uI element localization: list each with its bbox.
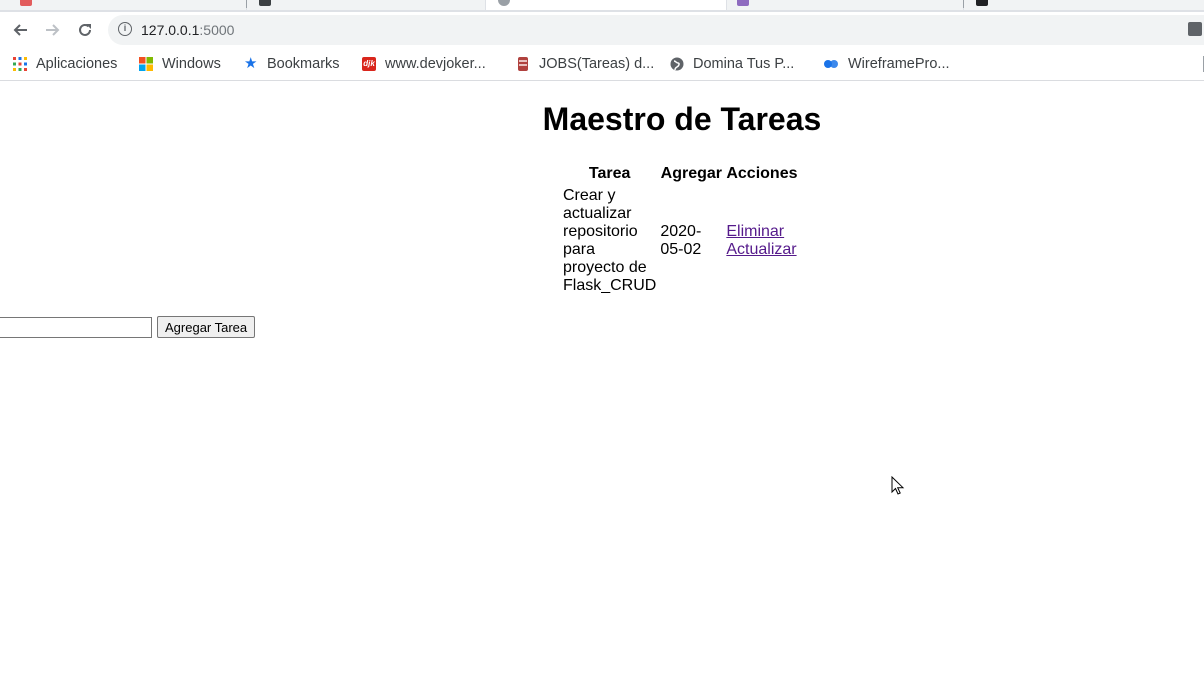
bookmark-devjoker[interactable]: djk www.devjoker...: [362, 54, 486, 74]
add-task-form: Agregar Tarea: [0, 316, 256, 338]
tab-1[interactable]: [0, 0, 246, 10]
bookmark-windows[interactable]: Windows: [139, 54, 221, 74]
bookmarks-bar: Aplicaciones Windows ★ Bookmarks djk www…: [0, 48, 1204, 81]
globe-icon: [670, 57, 684, 71]
reload-button[interactable]: [73, 18, 97, 42]
bookmark-bookmarks[interactable]: ★ Bookmarks: [244, 54, 340, 74]
page-title: Maestro de Tareas: [542, 101, 822, 137]
tab-favicon-icon: [976, 0, 988, 6]
tab-5[interactable]: [964, 0, 1204, 10]
task-content: Crear y actualizar repositorio para proy…: [563, 187, 657, 294]
table-header-row: Tarea Agregar Acciones: [562, 164, 798, 184]
header-tarea: Tarea: [588, 165, 631, 182]
update-link[interactable]: Actualizar: [726, 241, 797, 259]
globe-icon: [498, 0, 510, 6]
bookmark-jobs[interactable]: JOBS(Tareas) d...: [516, 54, 654, 74]
browser-toolbar: i 127.0.0.1:5000: [0, 12, 1204, 48]
apps-grid-icon: [13, 57, 27, 71]
bookmark-domina[interactable]: Domina Tus P...: [670, 54, 794, 74]
tab-4[interactable]: [727, 0, 963, 10]
bookmark-label: WireframePro...: [848, 56, 950, 72]
back-button[interactable]: [8, 18, 32, 42]
tab-favicon-icon: [20, 0, 32, 6]
devjoker-icon: djk: [362, 57, 376, 71]
header-agregar: Agregar: [660, 165, 723, 182]
reload-icon: [79, 23, 91, 36]
task-date: 2020-05-02: [660, 223, 702, 258]
star-icon: ★: [244, 55, 258, 72]
wireframepro-icon: [823, 57, 839, 71]
bookmark-label: Windows: [162, 56, 221, 72]
bookmark-label: Domina Tus P...: [693, 56, 795, 72]
translate-icon[interactable]: [1188, 22, 1202, 36]
bookmark-label: Aplicaciones: [36, 56, 118, 72]
address-bar[interactable]: i 127.0.0.1:5000: [108, 15, 1204, 45]
tab-active[interactable]: [486, 0, 726, 10]
tasks-table: Tarea Agregar Acciones Crear y actualiza…: [560, 162, 800, 298]
bookmark-wireframepro[interactable]: WireframePro...: [823, 54, 950, 74]
site-info-icon[interactable]: i: [118, 22, 132, 36]
header-acciones: Acciones: [726, 165, 798, 182]
bookmark-aplicaciones[interactable]: Aplicaciones: [13, 54, 117, 74]
forward-arrow-icon: [46, 24, 60, 36]
bookmark-label: Bookmarks: [267, 56, 340, 72]
forward-button[interactable]: [41, 18, 65, 42]
bookmark-label: JOBS(Tareas) d...: [539, 56, 655, 72]
delete-link[interactable]: Eliminar: [726, 223, 797, 241]
mouse-cursor-icon: [891, 476, 905, 495]
task-input[interactable]: [0, 316, 152, 338]
windows-logo-icon: [139, 57, 153, 71]
github-icon: [259, 0, 271, 6]
back-arrow-icon: [13, 24, 27, 36]
add-task-button[interactable]: Agregar Tarea: [157, 316, 256, 338]
task-actions: Eliminar Actualizar: [725, 186, 798, 296]
url-text: 127.0.0.1:5000: [141, 22, 235, 38]
tab-2[interactable]: [247, 0, 485, 10]
tab-strip: [0, 0, 1204, 12]
database-icon: [516, 57, 530, 71]
table-row: Crear y actualizar repositorio para proy…: [562, 186, 798, 296]
tab-favicon-icon: [737, 0, 749, 6]
bookmark-label: www.devjoker...: [385, 56, 486, 72]
